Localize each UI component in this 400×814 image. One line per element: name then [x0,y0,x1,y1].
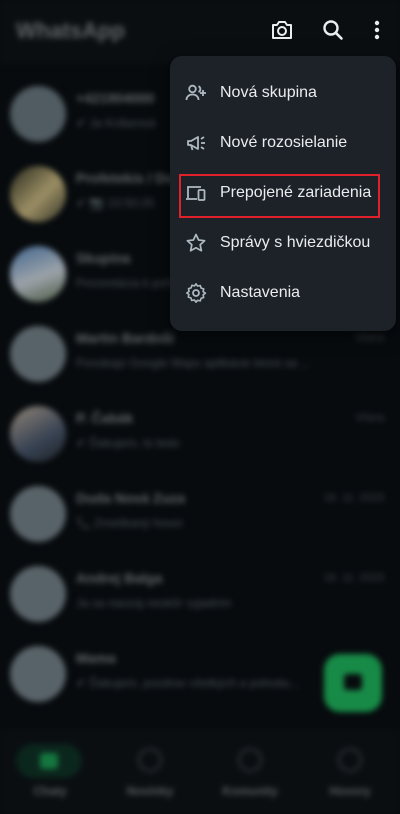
menu-item-label: Správy s hviezdičkou [220,234,371,251]
star-icon [184,231,208,255]
menu-item-linked-devices[interactable]: Prepojené zariadenia [170,168,396,218]
overflow-menu: Nová skupina Nové rozosielanie Prepojené… [170,56,396,331]
camera-icon[interactable] [268,16,296,44]
more-options-icon[interactable] [363,16,391,44]
menu-item-starred-messages[interactable]: Správy s hviezdičkou [170,218,396,268]
search-icon[interactable] [319,16,347,44]
gear-icon [184,281,208,305]
add-group-icon [184,81,208,105]
menu-item-label: Prepojené zariadenia [220,184,372,201]
menu-item-label: Nová skupina [220,84,317,101]
menu-item-label: Nové rozosielanie [220,134,348,151]
menu-item-new-broadcast[interactable]: Nové rozosielanie [170,118,396,168]
menu-item-new-group[interactable]: Nová skupina [170,68,396,118]
megaphone-icon [184,131,208,155]
linked-devices-icon [184,181,208,205]
menu-item-settings[interactable]: Nastavenia [170,268,396,318]
menu-item-label: Nastavenia [220,284,301,301]
